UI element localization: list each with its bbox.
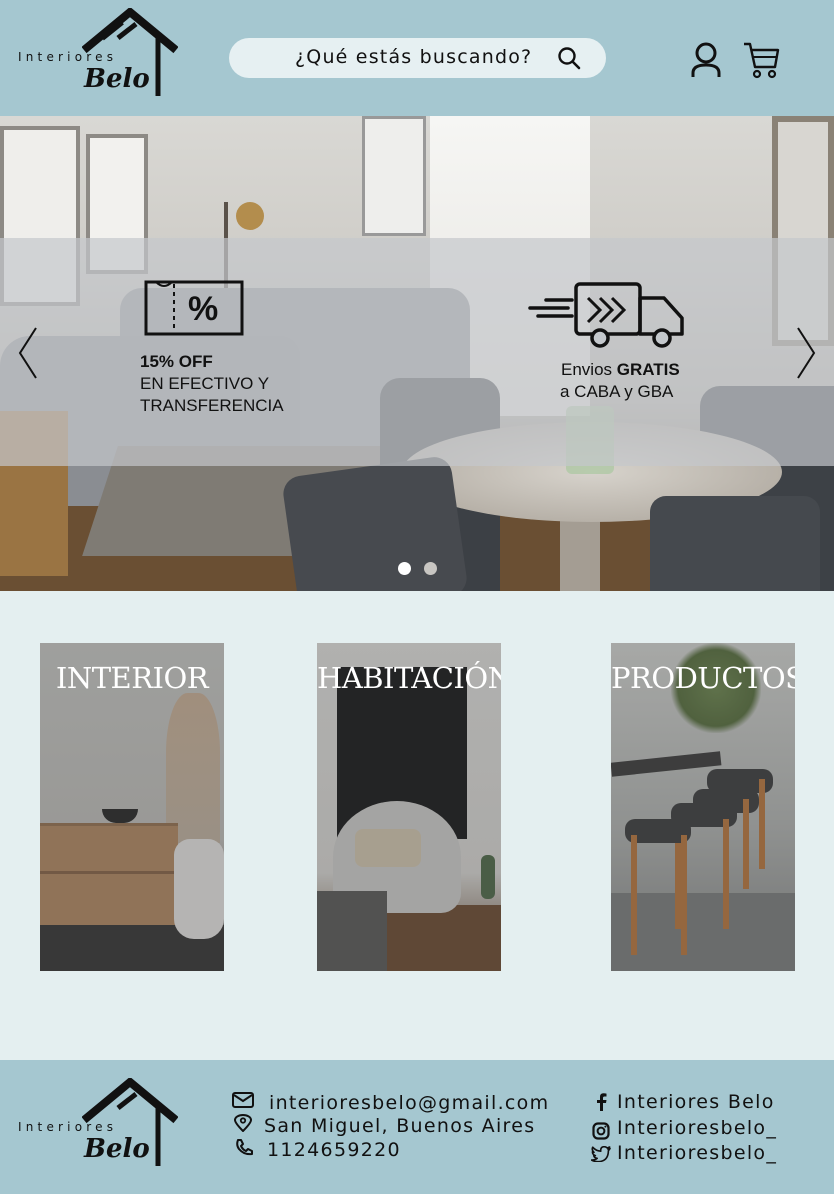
- instagram-icon[interactable]: [592, 1122, 610, 1140]
- carousel-dot-2[interactable]: [424, 562, 437, 575]
- footer-phone[interactable]: 1124659220: [267, 1139, 401, 1161]
- carousel-next-arrow-icon[interactable]: [794, 326, 818, 380]
- footer-location: San Miguel, Buenos Aires: [264, 1115, 536, 1137]
- twitter-icon[interactable]: [591, 1146, 611, 1162]
- promo-discount-line2: EN EFECTIVO Y: [140, 374, 270, 393]
- promo-shipping-bold: GRATIS: [616, 360, 680, 379]
- carousel-dot-1[interactable]: [398, 562, 411, 575]
- search-bar[interactable]: ¿Qué estás buscando?: [229, 38, 606, 78]
- promo-banner: [0, 238, 834, 466]
- category-card-habitacion[interactable]: HABITACIÓN: [317, 643, 501, 971]
- cart-icon[interactable]: [742, 40, 780, 80]
- promo-shipping-line1: Envios GRATIS: [561, 360, 680, 380]
- mail-icon: [232, 1092, 254, 1108]
- footer-logo-word: Interiores: [18, 1120, 118, 1134]
- search-icon[interactable]: [557, 46, 581, 70]
- search-placeholder[interactable]: ¿Qué estás buscando?: [295, 46, 532, 68]
- phone-icon: [236, 1139, 253, 1156]
- category-card-productos[interactable]: PRODUCTOS: [611, 643, 795, 971]
- site-footer: Interiores Belo interioresbelo@gmail.com…: [0, 1060, 834, 1194]
- hero-photo-art: [362, 116, 426, 236]
- logo-word: Interiores: [18, 50, 118, 64]
- user-icon[interactable]: [688, 40, 724, 80]
- footer-email[interactable]: interioresbelo@gmail.com: [269, 1092, 549, 1114]
- category-label[interactable]: INTERIOR: [40, 661, 224, 695]
- footer-logo[interactable]: Interiores Belo: [18, 1078, 180, 1170]
- promo-discount-line3: TRANSFERENCIA: [140, 396, 284, 415]
- category-label[interactable]: HABITACIÓN: [317, 661, 501, 695]
- site-logo[interactable]: Interiores Belo: [18, 8, 180, 100]
- hero-photo-chair: [650, 496, 820, 591]
- category-card-interior[interactable]: INTERIOR: [40, 643, 224, 971]
- hero-photo-lamp-head: [236, 202, 264, 230]
- promo-shipping-line2: a CABA y GBA: [560, 382, 674, 401]
- hero-photo-chair: [281, 454, 469, 591]
- logo-brand: Belo: [84, 64, 150, 94]
- hero-photo-table-base: [560, 512, 600, 591]
- location-pin-icon: [233, 1114, 253, 1132]
- footer-logo-brand: Belo: [84, 1134, 150, 1164]
- facebook-icon[interactable]: [595, 1093, 607, 1111]
- hero-carousel[interactable]: [0, 116, 834, 591]
- site-header: Interiores Belo ¿Qué estás buscando?: [0, 0, 834, 116]
- footer-facebook[interactable]: Interiores Belo: [617, 1091, 775, 1113]
- promo-discount-line1: 15% OFF: [140, 352, 213, 371]
- delivery-truck-icon: [528, 282, 684, 348]
- svg-text:%: %: [188, 290, 218, 328]
- carousel-prev-arrow-icon[interactable]: [16, 326, 40, 380]
- category-label[interactable]: PRODUCTOS: [611, 661, 795, 695]
- footer-twitter[interactable]: Interioresbelo_: [617, 1142, 777, 1164]
- discount-ticket-icon: %: [144, 280, 244, 336]
- footer-instagram[interactable]: Interioresbelo_: [617, 1117, 777, 1139]
- promo-shipping-prefix: Envios: [561, 360, 617, 379]
